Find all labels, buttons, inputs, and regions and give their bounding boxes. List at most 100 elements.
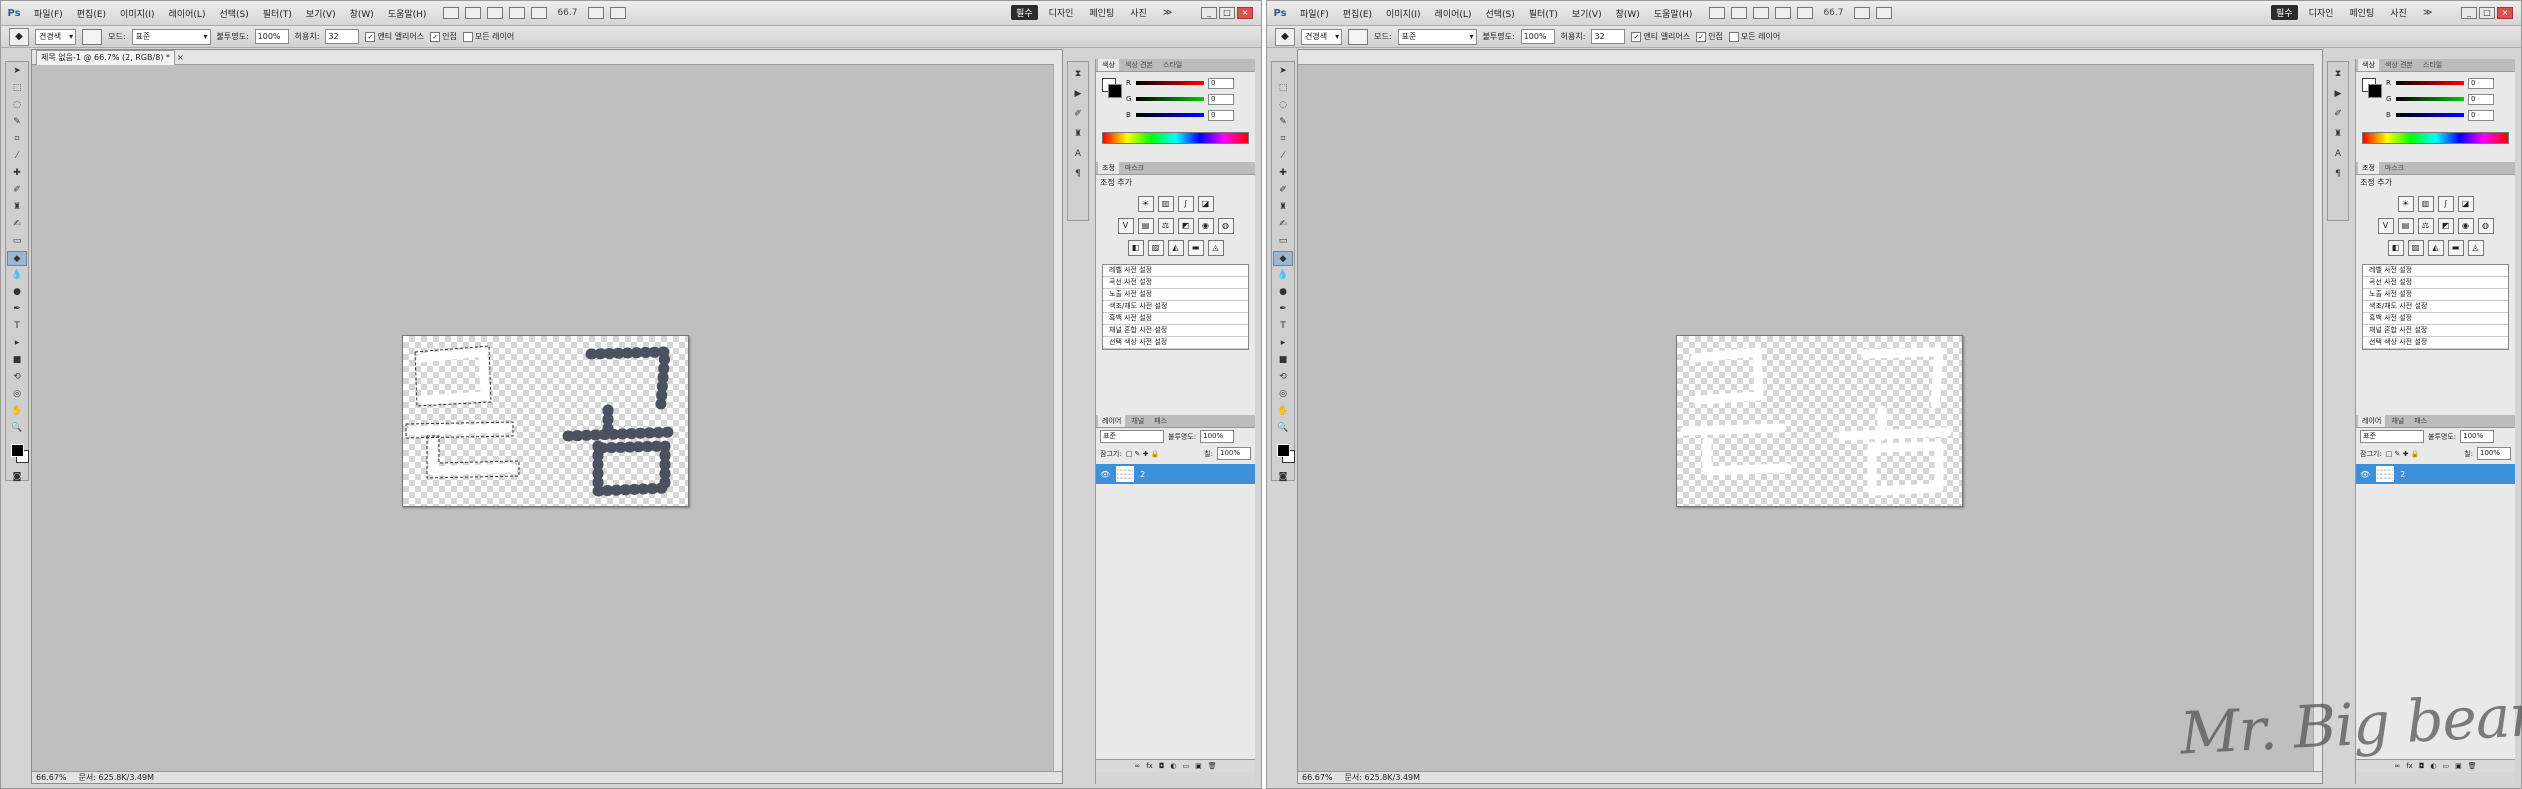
- workspace-essentials[interactable]: 필수: [1011, 5, 1038, 20]
- levels-icon[interactable]: ▥: [2417, 196, 2434, 212]
- preset-selective-color[interactable]: 선택 색상 사전 설정: [1103, 337, 1248, 349]
- channel-mixer-icon[interactable]: ◍: [1217, 218, 1234, 234]
- preset-exposure[interactable]: 노출 사전 설정: [2363, 289, 2508, 301]
- marquee-tool-icon[interactable]: ⬚: [1273, 81, 1293, 96]
- new-group-icon[interactable]: ▭: [2442, 760, 2449, 772]
- tab-paths[interactable]: 패스: [1150, 415, 1171, 427]
- hand-tool-icon[interactable]: ✋: [7, 404, 27, 419]
- brightness-icon[interactable]: ☀: [2397, 196, 2414, 212]
- workspace-painting[interactable]: 페인팅: [1084, 5, 1119, 20]
- dodge-tool-icon[interactable]: ●: [7, 285, 27, 300]
- move-tool-icon[interactable]: ➤: [7, 64, 27, 79]
- tab-color[interactable]: 색상: [2358, 59, 2379, 71]
- clone-source-icon[interactable]: ♜: [2330, 126, 2346, 142]
- add-mask-icon[interactable]: ◘: [2419, 760, 2425, 772]
- pattern-swatch[interactable]: [1348, 28, 1369, 45]
- exposure-icon[interactable]: ◪: [2457, 196, 2474, 212]
- workspace-photography[interactable]: 사진: [1125, 5, 1152, 20]
- layer-row[interactable]: 👁 2: [1096, 464, 1255, 484]
- pen-tool-icon[interactable]: ✒: [7, 302, 27, 317]
- antialias-checkbox[interactable]: ✓ 앤티 앨리어스: [1631, 31, 1690, 42]
- tab-swatches[interactable]: 색상 견본: [2381, 59, 2417, 71]
- preset-channel-mixer[interactable]: 채널 혼합 사전 설정: [2363, 325, 2508, 337]
- curves-icon[interactable]: ∫: [1177, 196, 1194, 212]
- zoom-status[interactable]: 66.67%: [1302, 772, 1333, 783]
- hand-tool-icon[interactable]: ✋: [1273, 404, 1293, 419]
- delete-layer-icon[interactable]: 🗑: [1208, 760, 1217, 772]
- menu-layer[interactable]: 레이어(L): [1428, 7, 1479, 20]
- blur-tool-icon[interactable]: 💧: [1273, 268, 1293, 283]
- channel-mixer-icon[interactable]: ◍: [2477, 218, 2494, 234]
- black-white-icon[interactable]: ◩: [2437, 218, 2454, 234]
- all-layers-checkbox[interactable]: 모든 레이어: [462, 31, 514, 42]
- actions-icon[interactable]: ▶: [2330, 86, 2346, 102]
- visibility-eye-icon[interactable]: 👁: [2360, 470, 2370, 479]
- more-workspaces-icon[interactable]: ≫: [2418, 7, 2437, 19]
- quick-mask-icon[interactable]: ◙: [1273, 470, 1293, 485]
- vertical-scrollbar[interactable]: [2313, 64, 2322, 771]
- tolerance-field[interactable]: 32: [1591, 29, 1626, 44]
- pattern-swatch[interactable]: [82, 28, 103, 45]
- panel-background-swatch[interactable]: [2368, 84, 2382, 98]
- character-icon[interactable]: A: [2330, 146, 2346, 162]
- green-slider[interactable]: [2396, 97, 2464, 101]
- history-icon[interactable]: ⧗: [1070, 66, 1086, 82]
- tab-channels[interactable]: 채널: [2387, 415, 2408, 427]
- curves-icon[interactable]: ∫: [2437, 196, 2454, 212]
- canvas[interactable]: [402, 335, 689, 507]
- preset-levels[interactable]: 레벨 사전 설정: [2363, 265, 2508, 277]
- red-slider[interactable]: [1136, 81, 1204, 85]
- threshold-icon[interactable]: ◭: [1167, 240, 1184, 256]
- bridge-icon[interactable]: [443, 7, 460, 19]
- eraser-tool-icon[interactable]: ▭: [1273, 234, 1293, 249]
- paint-bucket-tool-icon[interactable]: ◆: [1273, 251, 1293, 266]
- view-extras-icon[interactable]: [487, 7, 504, 19]
- menu-help[interactable]: 도움말(H): [1647, 7, 1700, 20]
- move-tool-icon[interactable]: ➤: [1273, 64, 1293, 79]
- preset-black-white[interactable]: 흑백 사전 설정: [1103, 313, 1248, 325]
- document-tab[interactable]: 제목 없음-1 @ 66.7% (2, RGB/8) * ×: [32, 50, 1062, 65]
- minibridge-icon[interactable]: [465, 7, 482, 19]
- tab-masks[interactable]: 마스크: [2381, 162, 2408, 174]
- zoom-level[interactable]: 66.7: [1823, 8, 1843, 18]
- contiguous-checkbox[interactable]: ✓ 인접: [1696, 31, 1723, 42]
- healing-brush-icon[interactable]: ✚: [1273, 166, 1293, 181]
- zoom-level[interactable]: 66.7: [557, 8, 577, 18]
- zoom-tool-icon[interactable]: [531, 7, 548, 19]
- menu-image[interactable]: 이미지(I): [1379, 7, 1428, 20]
- brush-preset-icon[interactable]: ✐: [1070, 106, 1086, 122]
- quick-select-icon[interactable]: ✎: [1273, 115, 1293, 130]
- fill-field[interactable]: 100%: [1216, 447, 1251, 460]
- menu-view[interactable]: 보기(V): [1565, 7, 1609, 20]
- mode-select[interactable]: 표준: [1397, 28, 1477, 45]
- paint-bucket-icon[interactable]: ◆: [9, 27, 29, 46]
- clone-stamp-icon[interactable]: ♜: [7, 200, 27, 215]
- mode-select[interactable]: 표준: [131, 28, 211, 45]
- new-layer-icon[interactable]: ▣: [1195, 760, 1202, 772]
- menu-view[interactable]: 보기(V): [299, 7, 343, 20]
- menu-edit[interactable]: 편집(E): [1336, 7, 1379, 20]
- close-icon[interactable]: ×: [2497, 7, 2513, 19]
- menu-filter[interactable]: 필터(T): [1522, 7, 1565, 20]
- menu-window[interactable]: 창(W): [343, 7, 381, 20]
- clone-source-icon[interactable]: ♜: [1070, 126, 1086, 142]
- blend-mode-select[interactable]: 표준: [1100, 430, 1164, 443]
- black-white-icon[interactable]: ◩: [1177, 218, 1194, 234]
- photo-filter-icon[interactable]: ◉: [1197, 218, 1214, 234]
- blend-mode-select[interactable]: 표준: [2360, 430, 2424, 443]
- restore-icon[interactable]: □: [1219, 7, 1235, 19]
- workspace-design[interactable]: 디자인: [2304, 5, 2339, 20]
- quick-select-icon[interactable]: ✎: [7, 115, 27, 130]
- fx-icon[interactable]: fx: [2406, 760, 2413, 772]
- restore-icon[interactable]: □: [2479, 7, 2495, 19]
- preset-curves[interactable]: 곡선 사전 설정: [1103, 277, 1248, 289]
- document-title[interactable]: 제목 없음-1 @ 66.7% (2, RGB/8) *: [36, 50, 175, 65]
- healing-brush-icon[interactable]: ✚: [7, 166, 27, 181]
- fill-source-select[interactable]: 견경색: [1301, 28, 1343, 45]
- gradient-map-icon[interactable]: ▬: [1187, 240, 1204, 256]
- zoom-tool-icon[interactable]: 🔍: [7, 421, 27, 436]
- tab-channels[interactable]: 채널: [1127, 415, 1148, 427]
- levels-icon[interactable]: ▥: [1157, 196, 1174, 212]
- lasso-tool-icon[interactable]: ◌: [7, 98, 27, 113]
- fill-source-select[interactable]: 견경색: [35, 28, 77, 45]
